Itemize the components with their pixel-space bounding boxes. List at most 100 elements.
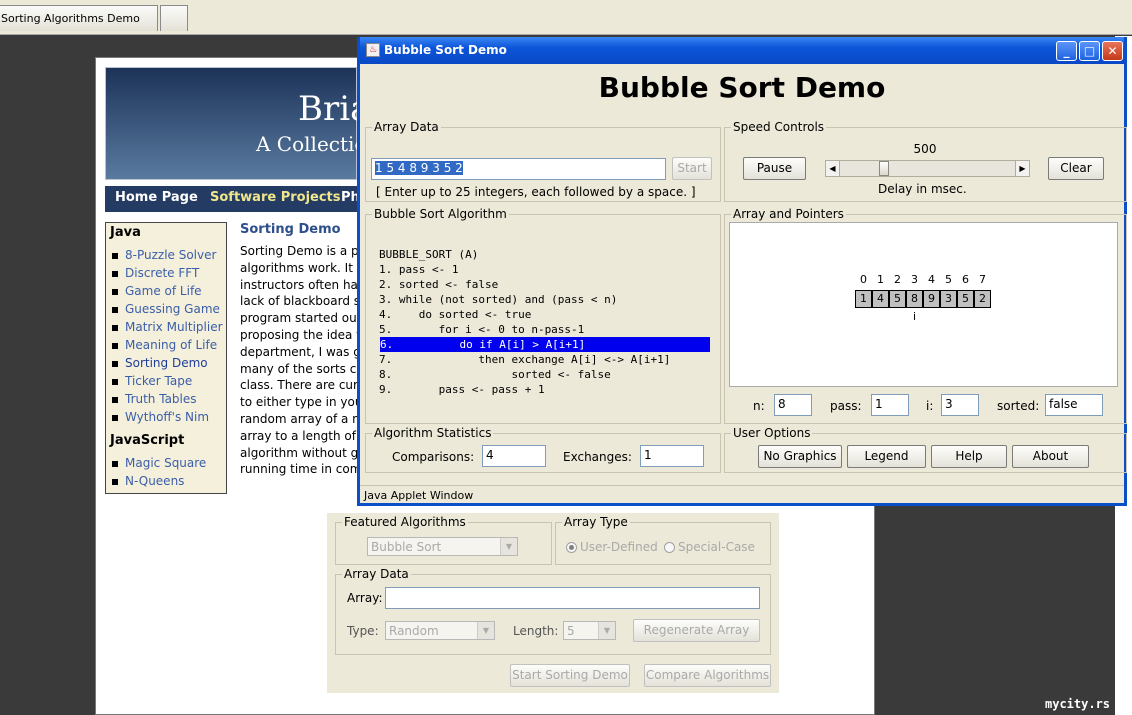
sidebar-item-discrete-fft[interactable]: Discrete FFT — [112, 266, 199, 280]
sidebar-item-game-of-life[interactable]: Game of Life — [112, 284, 202, 298]
sidebar-item-sorting-demo[interactable]: Sorting Demo — [112, 356, 208, 370]
regenerate-array-button[interactable]: Regenerate Array — [633, 619, 760, 642]
array-cell: 5 — [957, 290, 974, 308]
code-line: 1. pass <- 1 — [379, 263, 459, 276]
content-line: department, I was gi — [240, 344, 358, 359]
java-cup-icon: ♨ — [366, 43, 380, 57]
array-cell: 4 — [872, 290, 889, 308]
compare-algorithms-button[interactable]: Compare Algorithms — [644, 664, 771, 687]
radio-special-case[interactable]: Special-Case — [664, 540, 755, 554]
array-visualization: 01234567 14589352 i — [855, 273, 995, 333]
array-index-label: 7 — [979, 273, 986, 286]
featured-algorithm-value: Bubble Sort — [371, 540, 442, 554]
start-sorting-demo-button[interactable]: Start Sorting Demo — [510, 664, 630, 687]
content-line: many of the sorts co — [240, 361, 358, 376]
array-index-label: 4 — [928, 273, 935, 286]
type-select[interactable]: Random ▼ — [385, 621, 495, 640]
slider-left-arrow-icon[interactable]: ◀ — [826, 161, 840, 176]
array-index-label: 1 — [877, 273, 884, 286]
sidebar-item-wythoffs-nim[interactable]: Wythoff's Nim — [112, 410, 209, 424]
sidebar-item-ticker-tape[interactable]: Ticker Tape — [112, 374, 192, 388]
sidebar-item-guessing-game[interactable]: Guessing Game — [112, 302, 220, 316]
array-label: Array: — [347, 591, 383, 605]
array-cell: 8 — [906, 290, 923, 308]
comparisons-field[interactable]: 4 — [482, 445, 546, 467]
sidebar-item-magic-square[interactable]: Magic Square — [112, 456, 206, 470]
nav-software-projects[interactable]: Software Projects — [210, 190, 341, 205]
speed-value: 500 — [913, 142, 937, 156]
pass-label: pass: — [830, 399, 862, 413]
content-line: Sorting Demo is a p — [240, 244, 358, 258]
watermark: mycity.rs — [1045, 697, 1111, 711]
sidebar-heading-javascript: JavaScript — [110, 433, 185, 448]
sidebar-item-8-puzzle[interactable]: 8-Puzzle Solver — [112, 248, 216, 262]
pause-button[interactable]: Pause — [743, 157, 806, 180]
sidebar-item-matrix-multiplier[interactable]: Matrix Multiplier — [112, 320, 223, 334]
code-line-highlighted: 6. do if A[i] > A[i+1] — [380, 337, 710, 352]
content-line: array to a length of 2 — [240, 428, 358, 443]
content-title: Sorting Demo — [240, 222, 341, 237]
slider-right-arrow-icon[interactable]: ▶ — [1015, 161, 1029, 176]
window-titlebar[interactable]: ♨ Bubble Sort Demo _ □ ✕ — [360, 37, 1124, 64]
page-background — [0, 36, 95, 715]
array-index-label: 2 — [894, 273, 901, 286]
exchanges-label: Exchanges: — [563, 450, 632, 464]
sidebar-heading-java: Java — [110, 225, 141, 240]
window-title: Bubble Sort Demo — [384, 43, 507, 57]
start-button[interactable]: Start — [672, 157, 712, 180]
array-data-selected-text: 1 5 4 8 9 3 5 2 — [375, 161, 463, 175]
array-cell: 1 — [855, 290, 872, 308]
array-index-label: 6 — [962, 273, 969, 286]
no-graphics-button[interactable]: No Graphics — [758, 445, 842, 468]
about-button[interactable]: About — [1012, 445, 1089, 468]
slider-thumb[interactable] — [878, 161, 889, 176]
clear-button[interactable]: Clear — [1048, 157, 1104, 180]
applet-heading: Bubble Sort Demo — [598, 71, 886, 104]
pointer-i: i — [912, 310, 917, 323]
sidebar-item-meaning-of-life[interactable]: Meaning of Life — [112, 338, 217, 352]
radio-user-defined[interactable]: User-Defined — [566, 540, 658, 554]
pass-field[interactable]: 1 — [871, 394, 909, 416]
new-tab-button[interactable] — [160, 5, 188, 31]
minimize-button[interactable]: _ — [1056, 41, 1077, 61]
array-index-label: 3 — [911, 273, 918, 286]
tab-title: Sorting Algorithms Demo — [1, 12, 140, 25]
array-index-label: 5 — [945, 273, 952, 286]
array-data-input[interactable]: 1 5 4 8 9 3 5 2 — [371, 158, 666, 180]
speed-slider[interactable]: ◀ ▶ — [825, 160, 1030, 177]
comparisons-label: Comparisons: — [392, 450, 475, 464]
sidebar-item-truth-tables[interactable]: Truth Tables — [112, 392, 197, 406]
nav-home[interactable]: Home Page — [115, 190, 198, 205]
length-value: 5 — [567, 624, 575, 638]
featured-algorithm-select[interactable]: Bubble Sort ▼ — [367, 537, 518, 556]
type-value: Random — [389, 624, 439, 638]
pseudocode-panel: BUBBLE_SORT (A) 1. pass <- 1 2. sorted <… — [370, 247, 715, 407]
sorted-field[interactable]: false — [1045, 394, 1103, 416]
lower-array-data-legend: Array Data — [344, 567, 409, 581]
type-label: Type: — [347, 624, 379, 638]
code-line: BUBBLE_SORT (A) — [379, 248, 479, 261]
sidebar-item-n-queens[interactable]: N-Queens — [112, 474, 184, 488]
length-select[interactable]: 5 ▼ — [563, 621, 616, 640]
browser-tab-active[interactable]: Sorting Algorithms Demo — [0, 5, 158, 31]
exchanges-field[interactable]: 1 — [640, 445, 704, 467]
user-options-legend: User Options — [733, 426, 811, 440]
content-line: proposing the idea to — [240, 327, 358, 342]
code-line: 3. while (not sorted) and (pass < n) — [379, 293, 618, 306]
close-button[interactable]: ✕ — [1102, 41, 1123, 61]
speed-controls-legend: Speed Controls — [733, 120, 825, 134]
help-button[interactable]: Help — [931, 445, 1007, 468]
content-line: class. There are cur — [240, 378, 358, 393]
i-field[interactable]: 3 — [941, 394, 979, 416]
array-cell: 2 — [974, 290, 991, 308]
array-input[interactable] — [385, 587, 760, 609]
legend-button[interactable]: Legend — [847, 445, 926, 468]
sorted-label: sorted: — [997, 399, 1040, 413]
array-type-legend: Array Type — [564, 515, 628, 529]
radio-selected-icon — [566, 542, 577, 553]
content-line: lack of blackboard s — [240, 294, 358, 309]
algorithm-legend: Bubble Sort Algorithm — [374, 207, 507, 221]
code-line: 4. do sorted <- true — [379, 308, 532, 321]
n-field[interactable]: 8 — [774, 394, 812, 416]
maximize-button[interactable]: □ — [1079, 41, 1100, 61]
